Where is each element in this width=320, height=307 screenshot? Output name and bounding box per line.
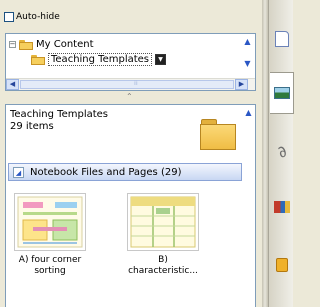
splitter-handle[interactable]: ⌃ (126, 92, 133, 101)
gallery-item-thumbnail[interactable] (14, 193, 86, 251)
item-count: 29 items (10, 121, 54, 132)
tab-properties[interactable] (270, 186, 294, 228)
folder-icon (31, 54, 45, 65)
gallery-item-thumbnail[interactable] (127, 193, 199, 251)
tab-page-sorter[interactable] (270, 18, 294, 60)
scroll-up-icon[interactable]: ▲ (243, 37, 252, 46)
tree-item-label: My Content (36, 39, 94, 50)
gallery-item-caption: A) four corner sorting (18, 255, 82, 276)
scroll-down-icon[interactable]: ▼ (243, 59, 252, 68)
horizontal-scrollbar[interactable]: ◀ ⁞⁞ ▶ (6, 78, 255, 90)
page-sorter-icon (275, 31, 289, 47)
tab-gallery[interactable] (270, 72, 294, 114)
properties-icon (274, 201, 290, 213)
scrollbar-grip-icon: ⁞⁞ (134, 80, 138, 87)
scrollbar-thumb[interactable] (20, 80, 234, 89)
scroll-left-icon[interactable]: ◀ (6, 79, 19, 90)
scroll-right-icon[interactable]: ▶ (235, 79, 248, 90)
characteristic-preview (130, 196, 196, 248)
tree-item-teaching-templates[interactable]: Teaching Templates ▼ (31, 53, 167, 66)
collapse-icon[interactable]: − (9, 41, 16, 48)
tree-item-my-content[interactable]: − My Content (9, 39, 94, 50)
folder-tree: − My Content Teaching Templates ▼ ▲ ▼ ◀ … (5, 33, 256, 91)
tab-attachments[interactable]: ∂ (270, 130, 294, 172)
gallery-content: Teaching Templates 29 items ▲ ◢ Notebook… (5, 104, 256, 307)
tree-item-label: Teaching Templates (48, 53, 153, 66)
four-corner-sorting-preview (17, 196, 83, 248)
tab-add-ons[interactable] (270, 244, 294, 286)
add-ons-icon (276, 258, 288, 272)
gallery-panel: Auto-hide − My Content Teaching Template… (0, 0, 262, 307)
folder-icon (19, 39, 33, 50)
auto-hide-option[interactable]: Auto-hide (4, 10, 60, 24)
gallery-icon (273, 87, 290, 99)
scroll-up-icon[interactable]: ▲ (244, 108, 253, 117)
category-header[interactable]: ◢ Notebook Files and Pages (29) (8, 163, 242, 181)
auto-hide-checkbox[interactable] (4, 12, 14, 22)
attachments-icon: ∂ (273, 140, 291, 162)
side-tab-bar: ∂ (268, 0, 294, 307)
category-label: Notebook Files and Pages (29) (30, 166, 182, 178)
gallery-item-caption: B) characteristic... (128, 255, 198, 276)
dropdown-arrow-icon[interactable]: ▼ (155, 54, 167, 65)
auto-hide-label: Auto-hide (16, 12, 60, 22)
folder-icon (200, 116, 236, 150)
collapse-icon[interactable]: ◢ (13, 166, 24, 178)
content-title: Teaching Templates (10, 109, 109, 120)
